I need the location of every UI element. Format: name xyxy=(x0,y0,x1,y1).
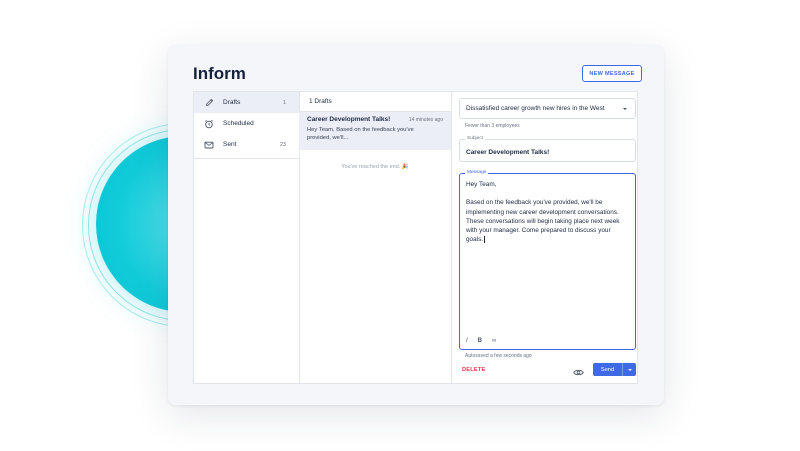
sidebar-item-scheduled[interactable]: Scheduled xyxy=(194,113,299,134)
subject-label: Subject xyxy=(465,136,485,141)
sidebar-item-label: Scheduled xyxy=(223,120,254,127)
chevron-down-icon xyxy=(622,106,628,114)
sidebar-item-sent[interactable]: Sent 23 xyxy=(194,134,299,155)
message-body-text: Hey Team, Based on the feedback you've p… xyxy=(466,181,620,244)
folder-count: 23 xyxy=(279,141,286,148)
compose-pane: Dissatisfied career growth new hires in … xyxy=(452,92,637,383)
autosave-status: Autosaved a few seconds ago xyxy=(465,353,532,359)
send-button[interactable]: Send xyxy=(593,363,622,376)
subject-value: Career Development Talks! xyxy=(466,149,550,156)
audience-select[interactable]: Dissatisfied career growth new hires in … xyxy=(459,98,636,119)
envelope-icon xyxy=(204,140,214,150)
send-button-group: Send xyxy=(593,363,636,376)
message-list: 1 Drafts Career Development Talks! 14 mi… xyxy=(299,92,452,383)
new-message-button[interactable]: NEW MESSAGE xyxy=(582,65,642,82)
italic-icon[interactable]: I xyxy=(466,338,468,344)
sidebar-item-label: Drafts xyxy=(223,99,241,106)
formatting-toolbar: I B ∞ xyxy=(466,338,496,344)
end-of-list-note: You've reached the end. 🎉 xyxy=(341,164,409,170)
app-title: Inform xyxy=(193,64,246,83)
link-icon[interactable]: ∞ xyxy=(492,338,496,344)
bold-icon[interactable]: B xyxy=(478,338,482,344)
chevron-down-icon xyxy=(627,368,632,371)
delete-button[interactable]: DELETE xyxy=(462,367,486,373)
list-item-time: 14 minutes ago xyxy=(408,117,443,123)
sidebar-item-label: Sent xyxy=(223,141,237,148)
message-label: Message xyxy=(465,170,489,175)
folder-sidebar: Drafts 1 Scheduled Sent 23 xyxy=(194,92,300,383)
text-cursor xyxy=(484,236,485,244)
app-window: Inform NEW MESSAGE Drafts 1 Scheduled Se… xyxy=(168,45,664,405)
mail-panel: Drafts 1 Scheduled Sent 23 1 Drafts Care… xyxy=(193,91,638,384)
audience-helper-text: Fewer than 3 employees xyxy=(465,123,520,129)
folders-divider xyxy=(194,158,299,159)
pencil-icon xyxy=(204,98,214,108)
folder-count: 1 xyxy=(282,99,286,106)
sidebar-item-drafts[interactable]: Drafts 1 xyxy=(194,92,299,113)
audience-value: Dissatisfied career growth new hires in … xyxy=(466,105,605,112)
subject-field[interactable]: Subject Career Development Talks! xyxy=(459,136,636,162)
message-body: Hey Team, Based on the feedback you've p… xyxy=(466,180,628,244)
list-item-preview: Hey Team, Based on the feedback you've p… xyxy=(307,127,414,141)
alarm-clock-icon xyxy=(204,119,214,129)
preview-eye-icon[interactable] xyxy=(573,364,584,382)
send-options-button[interactable] xyxy=(622,363,636,376)
message-field[interactable]: Message Hey Team, Based on the feedback … xyxy=(459,170,636,350)
list-header: 1 Drafts xyxy=(299,92,451,112)
list-item[interactable]: Career Development Talks! 14 minutes ago… xyxy=(299,112,451,150)
